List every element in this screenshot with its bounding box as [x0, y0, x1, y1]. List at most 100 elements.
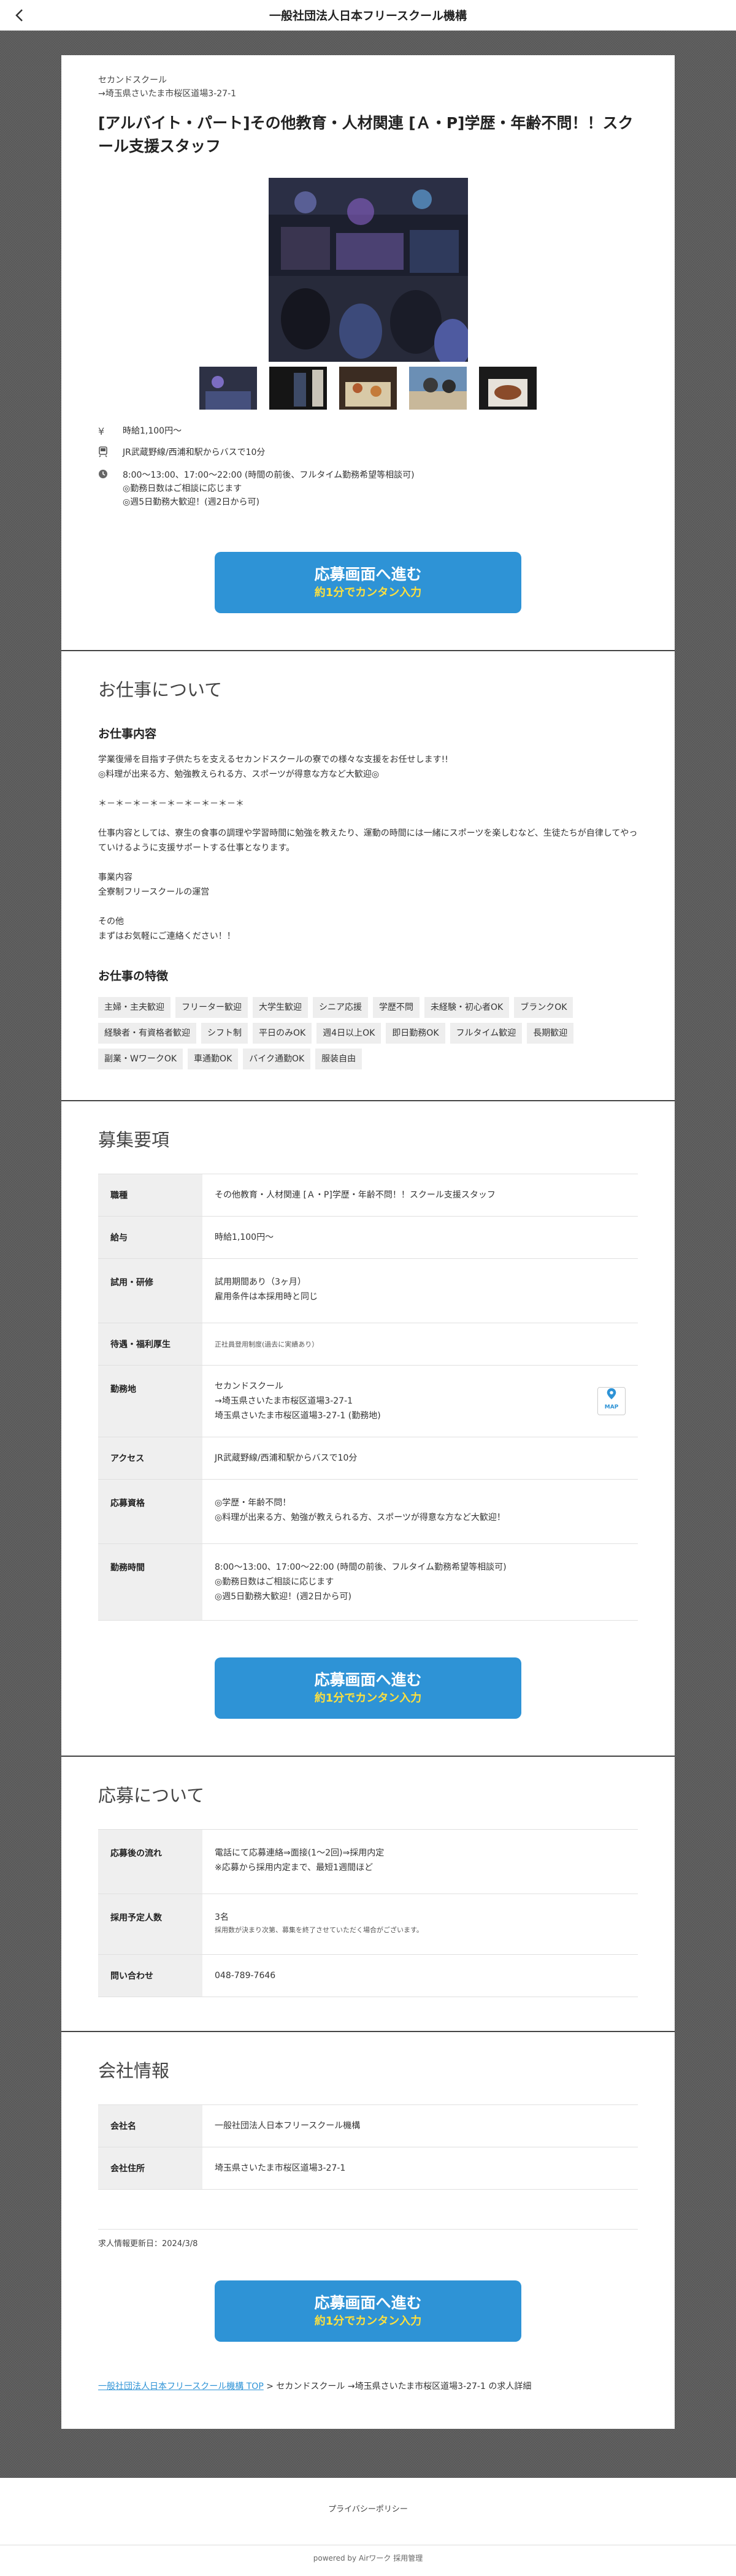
feature-tag: バイク通勤OK [243, 1049, 311, 1069]
row-value: 8:00〜13:00、17:00〜22:00 (時間の前後、フルタイム勤務希望等… [202, 1543, 638, 1621]
company-name: セカンドスクール [98, 75, 167, 85]
row-value: 試用期間あり（3ヶ月） 雇用条件は本採用時と同じ [202, 1258, 638, 1323]
feature-tag: 平日のみOK [253, 1023, 312, 1044]
main-photo [268, 178, 468, 362]
row-value: ◎学歴・年齢不問！ ◎料理が出来る方、勉強が教えられる方、スポーツが得意な方など… [202, 1479, 638, 1544]
desc-line: その他 [98, 917, 124, 927]
hours-line-2: ◎勤務日数はご相談に応じます [123, 484, 242, 494]
row-value: 3名 採用数が決まり次第、募集を終了させていただく場合がございます。 [202, 1894, 638, 1955]
yen-icon: ¥ [98, 426, 105, 437]
salary-text: 時給1,100円〜 [123, 426, 182, 436]
privacy-policy-link[interactable]: プライバシーポリシー [0, 2478, 736, 2514]
apply-button-label: 応募画面へ進む [314, 2294, 422, 2312]
meta-hours: 8:00〜13:00、17:00〜22:00 (時間の前後、フルタイム勤務希望等… [98, 468, 638, 509]
hours-line-1: 8:00〜13:00、17:00〜22:00 (時間の前後、フルタイム勤務希望等… [123, 470, 415, 480]
row-value: セカンドスクール →埼玉県さいたま市桜区道場3-27-1 埼玉県さいたま市桜区道… [202, 1365, 638, 1437]
row-label: 勤務地 [98, 1365, 202, 1437]
row-value: 電話にて応募連絡⇒面接(1〜2回)⇒採用内定 ※応募から採用内定まで、最短1週間… [202, 1829, 638, 1894]
apply-button[interactable]: 応募画面へ進む 約1分でカンタン入力 [215, 1657, 521, 1719]
feature-tag: 服装自由 [315, 1049, 362, 1069]
feature-tag: フリーター歓迎 [175, 997, 248, 1018]
location-wrap: セカンドスクール →埼玉県さいたま市桜区道場3-27-1 埼玉県さいたま市桜区道… [215, 1379, 626, 1423]
work-content-heading: お仕事内容 [98, 727, 157, 741]
map-pin-icon [607, 1388, 616, 1400]
apply-button-label: 応募画面へ進む [314, 565, 422, 583]
job-title: [アルバイト・パート]その他教育・人材関連 [Ａ・P]学歴・年齢不問！！スクール… [98, 114, 634, 155]
table-row: 給与 時給1,100円〜 [98, 1216, 638, 1259]
meta-salary: ¥ 時給1,100円〜 [98, 424, 638, 438]
recruit-section: 募集要項 職種 その他教育・人材関連 [Ａ・P]学歴・年齢不問！！スクール支援ス… [61, 1101, 675, 1757]
back-button[interactable] [11, 7, 27, 23]
apply-button-sublabel: 約1分でカンタン入力 [314, 586, 422, 599]
top-bar: 一般社団法人日本フリースクール機構 [0, 0, 736, 31]
thumbnail-4[interactable] [409, 367, 467, 410]
count-note: 採用数が決まり次第、募集を終了させていただく場合がございます。 [215, 1926, 423, 1934]
table-row: 職種 その他教育・人材関連 [Ａ・P]学歴・年齢不問！！スクール支援スタッフ [98, 1174, 638, 1217]
feature-tag: 副業・WワークOK [98, 1049, 183, 1069]
breadcrumb: 一般社団法人日本フリースクール機構 TOP > セカンドスクール →埼玉県さいた… [98, 2380, 638, 2404]
qualify-line-1: ◎学歴・年齢不問！ [215, 1498, 291, 1508]
thumbnail-2[interactable] [269, 367, 327, 410]
work-heading: お仕事について [98, 679, 223, 700]
hours-line-3: ◎週5日勤務大歓迎！(週2日から可) [123, 497, 259, 507]
row-label: アクセス [98, 1437, 202, 1480]
feature-tag: 長期歓迎 [527, 1023, 574, 1044]
map-button[interactable]: MAP [597, 1387, 626, 1415]
qualify-line-2: ◎料理が出来る方、勉強が教えられる方、スポーツが得意な方など大歓迎！ [215, 1513, 505, 1523]
train-icon [98, 446, 123, 461]
updated-date: 求人情報更新日：2024/3/8 [98, 2229, 638, 2249]
company-table: 会社名 一般社団法人日本フリースクール機構 会社住所 埼玉県さいたま市桜区道場3… [98, 2104, 638, 2190]
table-row: 勤務時間 8:00〜13:00、17:00〜22:00 (時間の前後、フルタイム… [98, 1543, 638, 1621]
feature-tag: フルタイム歓迎 [450, 1023, 523, 1044]
thumbnail-5[interactable] [479, 367, 537, 410]
row-label: 問い合わせ [98, 1954, 202, 1997]
chevron-left-icon [15, 9, 23, 21]
apply-button[interactable]: 応募画面へ進む 約1分でカンタン入力 [215, 552, 521, 613]
row-label: 採用予定人数 [98, 1894, 202, 1955]
location-line-1: セカンドスクール [215, 1382, 283, 1391]
location-line-3: 埼玉県さいたま市桜区道場3-27-1 (勤務地) [215, 1411, 381, 1421]
table-row: 会社名 一般社団法人日本フリースクール機構 [98, 2104, 638, 2147]
apply-section: 応募について 応募後の流れ 電話にて応募連絡⇒面接(1〜2回)⇒採用内定 ※応募… [61, 1757, 675, 2032]
feature-tag: 学歴不問 [373, 997, 420, 1018]
hours-row-line-3: ◎週5日勤務大歓迎！(週2日から可) [215, 1592, 351, 1602]
row-label: 会社住所 [98, 2147, 202, 2190]
desc-line: 学業復帰を目指す子供たちを支えるセカンドスクールの寮での様々な支援をお任せします… [98, 755, 448, 765]
feature-tag: 経験者・有資格者歓迎 [98, 1023, 196, 1044]
desc-line: まずはお気軽にご連絡ください！！ [98, 931, 236, 941]
row-value: 埼玉県さいたま市桜区道場3-27-1 [202, 2147, 638, 2190]
photo-thumbnails [98, 367, 638, 410]
table-row: 採用予定人数 3名 採用数が決まり次第、募集を終了させていただく場合がございます… [98, 1894, 638, 1955]
table-row: アクセス JR武蔵野線/西浦和駅からバスで10分 [98, 1437, 638, 1480]
thumbnail-1[interactable] [199, 367, 257, 410]
contact-phone: 048-789-7646 [202, 1954, 638, 1997]
work-description: 学業復帰を目指す子供たちを支えるセカンドスクールの寮での様々な支援をお任せします… [98, 752, 638, 944]
company-heading: 会社情報 [98, 2060, 170, 2081]
row-label: 勤務時間 [98, 1543, 202, 1621]
hours-row-line-1: 8:00〜13:00、17:00〜22:00 (時間の前後、フルタイム勤務希望等… [215, 1562, 507, 1572]
job-meta: ¥ 時給1,100円〜 JR武蔵野線/西浦和駅からバスで10分 8:00〜13:… [98, 424, 638, 509]
desc-line [98, 811, 638, 826]
desc-line [98, 900, 638, 914]
desc-line: ◎料理が出来る方、勉強教えられる方、スポーツが得意な方など大歓迎◎ [98, 770, 380, 779]
thumbnail-3[interactable] [339, 367, 397, 410]
table-row: 勤務地 セカンドスクール →埼玉県さいたま市桜区道場3-27-1 埼玉県さいたま… [98, 1365, 638, 1437]
row-value: 一般社団法人日本フリースクール機構 [202, 2104, 638, 2147]
map-label: MAP [604, 1404, 619, 1410]
benefits-text: 正社員登用制度(過去に実績あり） [215, 1340, 319, 1348]
footer: プライバシーポリシー powered by Airワーク 採用管理 [0, 2478, 736, 2576]
table-row: 応募後の流れ 電話にて応募連絡⇒面接(1〜2回)⇒採用内定 ※応募から採用内定ま… [98, 1829, 638, 1894]
breadcrumb-top-link[interactable]: 一般社団法人日本フリースクール機構 TOP [98, 2382, 264, 2391]
clock-icon [98, 468, 123, 509]
feature-tag: 車通勤OK [188, 1049, 239, 1069]
recruit-heading: 募集要項 [98, 1129, 170, 1150]
company-address: →埼玉県さいたま市桜区道場3-27-1 [98, 89, 237, 99]
feature-tag: 未経験・初心者OK [424, 997, 510, 1018]
row-label: 会社名 [98, 2104, 202, 2147]
desc-line: 全寮制フリースクールの運営 [98, 887, 210, 897]
job-card: セカンドスクール →埼玉県さいたま市桜区道場3-27-1 [アルバイト・パート]… [61, 55, 675, 2429]
access-text: JR武蔵野線/西浦和駅からバスで10分 [123, 448, 266, 457]
work-section: お仕事について お仕事内容 学業復帰を目指す子供たちを支えるセカンドスクールの寮… [61, 651, 675, 1101]
apply-button[interactable]: 応募画面へ進む 約1分でカンタン入力 [215, 2280, 521, 2342]
table-row: 問い合わせ 048-789-7646 [98, 1954, 638, 1997]
